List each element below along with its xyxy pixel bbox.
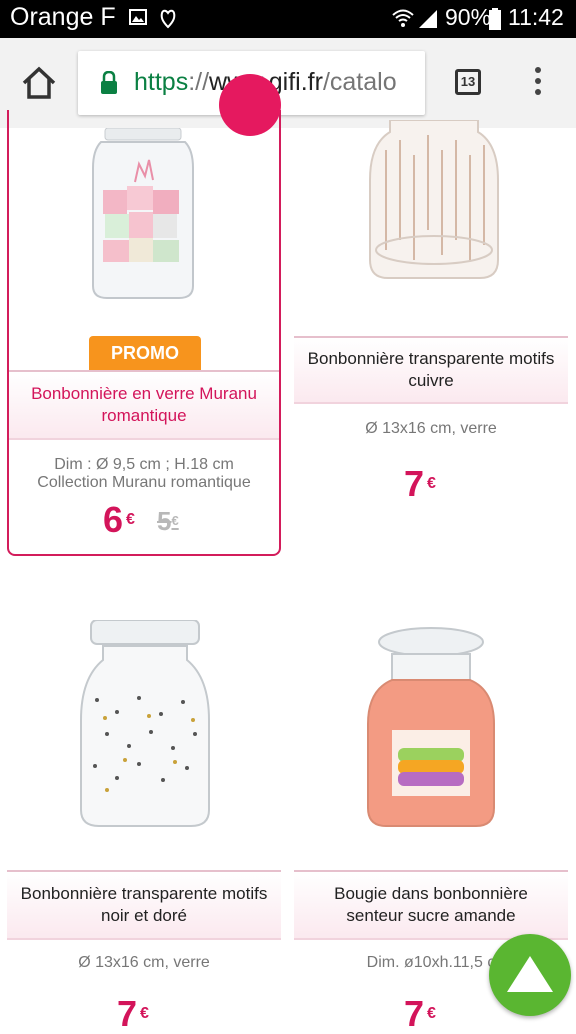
product-card[interactable]: Bonbonnière transparente motifs cuivre Ø… xyxy=(294,110,568,510)
arrow-up-icon xyxy=(507,956,553,992)
product-dimensions: Ø 13x16 cm, verre xyxy=(78,954,210,971)
signal-icon xyxy=(419,10,437,28)
status-bar: Orange F 90% 11:42 xyxy=(0,0,576,38)
product-title[interactable]: Bonbonnière transparente motifs noir et … xyxy=(7,870,281,940)
product-old-price: 5€ xyxy=(157,508,179,534)
url-scheme: https xyxy=(134,68,189,96)
price-currency: € xyxy=(126,511,135,528)
old-price-currency: € xyxy=(171,513,179,528)
battery-percent: 90% xyxy=(445,4,492,30)
product-title-text: Bougie dans bonbonnière senteur sucre am… xyxy=(334,884,528,925)
promo-corner-badge xyxy=(219,74,281,136)
scroll-top-button[interactable] xyxy=(489,934,571,1016)
battery-icon xyxy=(489,8,501,30)
price-currency: € xyxy=(427,1005,436,1022)
url-path: /catalo xyxy=(322,68,397,96)
promo-badge: PROMO xyxy=(89,336,201,370)
more-vert-icon[interactable] xyxy=(530,67,546,97)
product-title[interactable]: Bougie dans bonbonnière senteur sucre am… xyxy=(294,870,568,940)
wifi-icon xyxy=(392,9,414,27)
tab-count: 13 xyxy=(460,74,476,89)
price-value: 7 xyxy=(404,993,425,1034)
product-collection: Collection Muranu romantique xyxy=(37,474,251,491)
product-dimensions: Dim : Ø 9,5 cm ; H.18 cm xyxy=(54,456,234,473)
product-card[interactable]: Bonbonnière transparente motifs noir et … xyxy=(7,610,281,1032)
image-icon xyxy=(129,9,147,25)
url-separator: :// xyxy=(188,68,210,96)
product-image[interactable] xyxy=(77,620,213,830)
price-currency: € xyxy=(427,475,436,492)
old-price-value: 5 xyxy=(157,506,172,536)
carrier-name: Orange F xyxy=(10,3,116,31)
price-value: 7 xyxy=(117,993,138,1034)
product-description: Dim : Ø 9,5 cm ; H.18 cm Collection Mura… xyxy=(9,456,279,492)
product-image[interactable] xyxy=(87,128,199,300)
product-image[interactable] xyxy=(366,120,502,282)
product-title[interactable]: Bonbonnière en verre Muranu romantique xyxy=(9,370,279,440)
product-card[interactable]: PROMO Bonbonnière en verre Muranu romant… xyxy=(7,74,281,556)
clock: 11:42 xyxy=(508,4,564,30)
price-value: 7 xyxy=(404,463,425,504)
product-title[interactable]: Bonbonnière transparente motifs cuivre xyxy=(294,336,568,404)
price-value: 6 xyxy=(103,499,124,540)
product-dimensions: Ø 13x16 cm, verre xyxy=(365,420,497,437)
product-price: 7 € xyxy=(404,466,436,502)
product-image[interactable] xyxy=(364,624,498,830)
product-price: 6 € xyxy=(103,502,135,538)
price-currency: € xyxy=(140,1005,149,1022)
home-icon[interactable] xyxy=(20,66,58,100)
tabs-icon[interactable]: 13 xyxy=(455,69,481,95)
product-price: 7 € xyxy=(404,996,436,1032)
product-title-text: Bonbonnière transparente motifs cuivre xyxy=(307,349,555,390)
product-title-text: Bonbonnière en verre Muranu romantique xyxy=(31,384,257,425)
lock-icon xyxy=(101,71,117,94)
heart-icon xyxy=(160,9,176,29)
product-title-text: Bonbonnière transparente motifs noir et … xyxy=(20,884,268,925)
product-price: 7 € xyxy=(117,996,149,1032)
